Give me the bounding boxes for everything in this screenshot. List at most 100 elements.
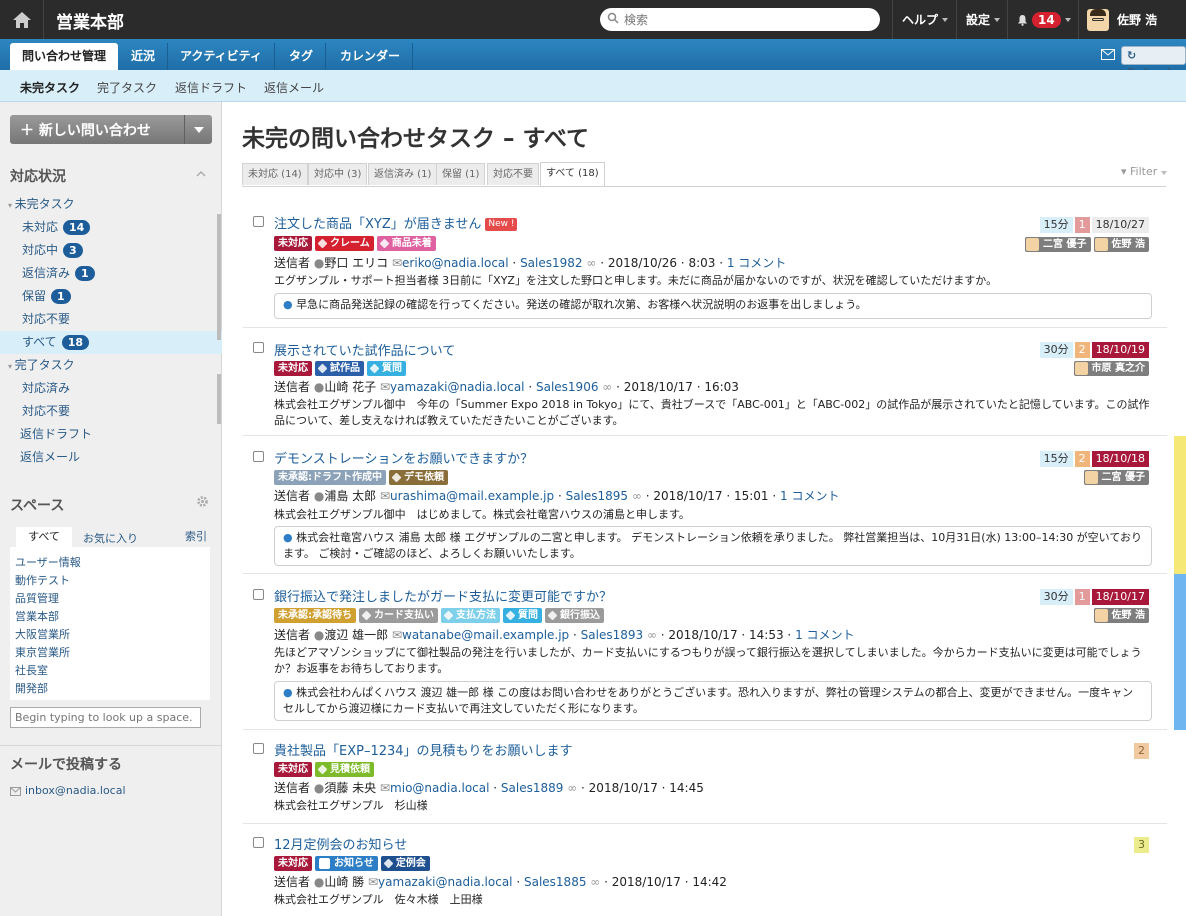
sidebar-item-all[interactable]: すべて 18 — [0, 331, 222, 354]
notifications-menu[interactable]: 14 — [1007, 0, 1080, 39]
tab-tags[interactable]: タグ — [277, 43, 327, 70]
subtab-reply-mails[interactable]: 返信メール — [264, 79, 324, 96]
home-button[interactable] — [0, 0, 44, 39]
space-tab-index[interactable]: 索引 — [185, 528, 207, 544]
filter-tab-unhandled[interactable]: 未対応 (14) — [242, 163, 308, 185]
filter-tab-on-hold[interactable]: 保留 (1) — [436, 163, 486, 185]
space-item[interactable]: 動作テスト — [15, 572, 70, 588]
sidebar-item-open-tasks[interactable]: ▾ 未完タスク — [0, 193, 222, 216]
sender-email[interactable]: mio@nadia.local — [390, 781, 489, 795]
settings-menu[interactable]: 設定 — [956, 0, 1009, 39]
task-checkbox[interactable] — [253, 451, 264, 462]
sender-id[interactable]: Sales1889 — [501, 781, 563, 795]
task-row[interactable]: 展示されていた試作品について 未対応 試作品 質問 送信者 ●山崎 花子 ✉ya… — [243, 328, 1167, 436]
task-row[interactable]: 12月定例会のお知らせ 未対応 お知らせ 定例会 送信者 ●山崎 勝 ✉yama… — [243, 824, 1167, 916]
search-input[interactable] — [600, 8, 880, 31]
scrollbar[interactable] — [217, 214, 221, 340]
space-item[interactable]: ユーザー情報 — [15, 554, 81, 570]
assignee[interactable]: 佐野 浩 — [1093, 608, 1149, 623]
task-row[interactable]: 注文した商品「XYZ」が届きません New ! 未対応 クレーム 商品未着 送信者… — [243, 198, 1167, 328]
space-item[interactable]: 社長室 — [15, 662, 48, 678]
task-checkbox[interactable] — [253, 216, 264, 227]
sender-email[interactable]: watanabe@mail.example.jp — [402, 628, 569, 642]
comments-link[interactable]: 1 コメント — [795, 628, 854, 642]
tag[interactable]: 試作品 — [315, 361, 364, 376]
user-menu[interactable]: 佐野 浩 — [1078, 0, 1186, 39]
comments-link[interactable]: 1 コメント — [780, 489, 839, 503]
tag[interactable]: 銀行振込 — [545, 608, 604, 623]
mail-post-address[interactable]: inbox@nadia.local — [25, 784, 126, 797]
tag[interactable]: 未対応 — [274, 856, 312, 871]
task-title[interactable]: 展示されていた試作品について — [274, 340, 455, 359]
assignee[interactable]: 二宮 優子 — [1083, 470, 1149, 485]
sender-id[interactable]: Sales1982 — [520, 256, 582, 270]
sidebar-item-unhandled[interactable]: 未対応 14 — [0, 216, 222, 239]
tag[interactable]: 未承認:ドラフト作成中 — [274, 470, 386, 485]
sidebar-item-on-hold[interactable]: 保留 1 — [0, 285, 222, 308]
sender-email[interactable]: urashima@mail.example.jp — [390, 489, 554, 503]
space-tab-favorites[interactable]: お気に入り — [83, 530, 138, 546]
sidebar-item-completed-tasks[interactable]: ▾ 完了タスク — [0, 354, 222, 377]
tag[interactable]: デモ依頼 — [389, 470, 448, 485]
task-title[interactable]: 貴社製品「EXP–1234」の見積もりをお願いします — [274, 740, 573, 759]
task-title[interactable]: 注文した商品「XYZ」が届きません — [274, 217, 481, 232]
sidebar-item-in-progress[interactable]: 対応中 3 — [0, 239, 222, 262]
task-checkbox[interactable] — [253, 342, 264, 353]
refresh-button[interactable]: ↻ Refresh — [1121, 46, 1186, 79]
tab-inquiry-management[interactable]: 問い合わせ管理 — [10, 43, 119, 70]
space-item[interactable]: 東京営業所 — [15, 644, 70, 660]
gear-icon[interactable] — [196, 495, 209, 508]
help-menu[interactable]: ヘルプ — [892, 0, 957, 39]
sender-id[interactable]: Sales1885 — [524, 875, 586, 889]
sender-email[interactable]: yamazaki@nadia.local — [378, 875, 512, 889]
tab-calendar[interactable]: カレンダー — [328, 43, 414, 70]
tag[interactable]: 未対応 — [274, 762, 312, 777]
task-title[interactable]: 12月定例会のお知らせ — [274, 834, 407, 853]
assignee[interactable]: 二宮 優子 — [1025, 237, 1091, 252]
sender-id[interactable]: Sales1895 — [566, 489, 628, 503]
filter-button[interactable]: ▾ Filter — [1121, 165, 1168, 178]
tag[interactable]: カード支払い — [359, 608, 438, 623]
filter-tab-in-progress[interactable]: 対応中 (3) — [308, 163, 368, 185]
chevron-up-icon[interactable] — [196, 171, 206, 177]
comments-link[interactable]: 1 コメント — [727, 256, 786, 270]
space-item[interactable]: 品質管理 — [15, 590, 59, 606]
sidebar-item-done[interactable]: 対応済み — [0, 377, 222, 400]
tag[interactable]: 商品未着 — [376, 236, 436, 251]
new-inquiry-dropdown[interactable] — [184, 115, 212, 144]
tag[interactable]: 未承認:承認待ち — [274, 608, 356, 623]
task-row[interactable]: デモンストレーションをお願いできますか？ 未承認:ドラフト作成中 デモ依頼 送信… — [243, 436, 1186, 574]
assignee[interactable]: 佐野 浩 — [1093, 237, 1149, 252]
task-checkbox[interactable] — [253, 837, 264, 848]
scrollbar[interactable] — [217, 374, 221, 424]
tag[interactable]: 質問 — [367, 361, 406, 376]
task-title[interactable]: 銀行振込で発注しましたがガード支払に変更可能ですか？ — [274, 586, 612, 605]
filter-tab-no-action[interactable]: 対応不要 — [487, 163, 539, 185]
space-item[interactable]: 営業本部 — [15, 608, 59, 624]
space-tab-all[interactable]: すべて — [16, 527, 72, 547]
space-item[interactable]: 開発部 — [15, 680, 48, 696]
subtab-open-tasks[interactable]: 未完タスク — [20, 79, 80, 96]
tag[interactable]: クレーム — [315, 236, 374, 251]
tag[interactable]: 支払方法 — [441, 608, 500, 623]
sender-id[interactable]: Sales1893 — [581, 628, 643, 642]
sender-email[interactable]: eriko@nadia.local — [402, 256, 509, 270]
filter-tab-all[interactable]: すべて (18) — [540, 162, 605, 186]
sender-email[interactable]: yamazaki@nadia.local — [390, 380, 524, 394]
tab-recent[interactable]: 近況 — [119, 43, 169, 70]
task-title[interactable]: デモンストレーションをお願いできますか？ — [274, 448, 533, 467]
tag[interactable]: 未対応 — [274, 361, 312, 376]
task-row[interactable]: 銀行振込で発注しましたがガード支払に変更可能ですか？ 未承認:承認待ち カード支… — [243, 574, 1186, 730]
tag[interactable]: 未対応 — [274, 236, 312, 251]
sidebar-item-no-action[interactable]: 対応不要 — [0, 308, 222, 331]
tag[interactable]: 質問 — [503, 608, 542, 623]
tag[interactable]: 見積依頼 — [315, 762, 374, 777]
new-inquiry-button[interactable]: ＋ 新しい問い合わせ — [10, 115, 212, 144]
sidebar-item-replied[interactable]: 返信済み 1 — [0, 262, 222, 285]
sender-id[interactable]: Sales1906 — [536, 380, 598, 394]
task-checkbox[interactable] — [253, 589, 264, 600]
space-lookup-input[interactable] — [10, 707, 201, 728]
tab-activity[interactable]: アクティビティ — [168, 43, 275, 70]
space-item[interactable]: 大阪営業所 — [15, 626, 70, 642]
task-checkbox[interactable] — [253, 743, 264, 754]
